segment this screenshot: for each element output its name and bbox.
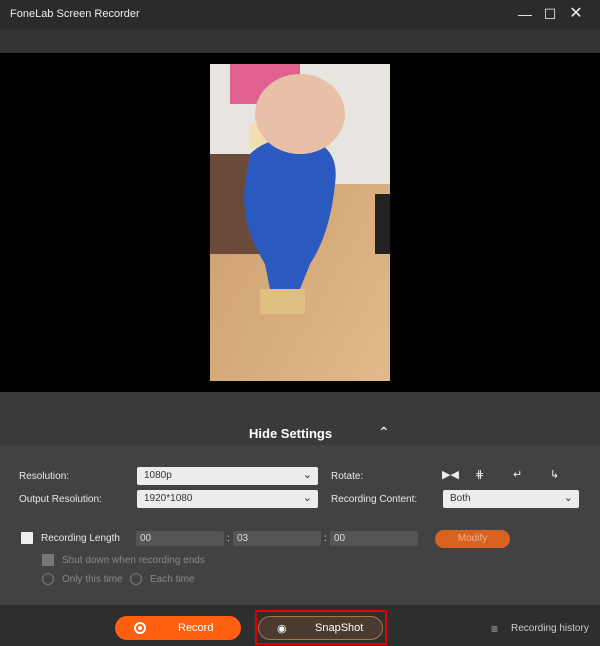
flip-horizontal-icon[interactable]: ▶◀	[442, 468, 459, 481]
each-time-label: Each time	[150, 574, 195, 585]
output-resolution-value: 1920*1080	[144, 493, 193, 504]
rotate-right-icon[interactable]: ↳	[550, 468, 559, 481]
resolution-select[interactable]: 1080p ⌄	[137, 467, 318, 485]
record-icon	[134, 622, 146, 634]
snapshot-label: SnapShot	[315, 622, 364, 634]
only-this-time-radio[interactable]	[42, 573, 54, 585]
preview-image	[210, 64, 390, 381]
recording-history-link[interactable]: Recording history	[511, 623, 589, 634]
maximize-button[interactable]: ☐	[539, 4, 561, 24]
seconds-input[interactable]: 00	[330, 531, 418, 546]
snapshot-button[interactable]: ◉ SnapShot	[258, 616, 383, 640]
recording-content-value: Both	[450, 493, 471, 504]
list-icon[interactable]: ≡	[491, 622, 498, 636]
recording-content-select[interactable]: Both ⌄	[443, 490, 579, 508]
shutdown-checkbox[interactable]	[42, 554, 54, 566]
time-separator: :	[227, 533, 230, 544]
record-button[interactable]: Record	[115, 616, 241, 640]
modify-button[interactable]: Modify	[435, 530, 510, 548]
camera-icon: ◉	[277, 623, 287, 635]
only-this-time-label: Only this time	[62, 574, 123, 585]
each-time-radio[interactable]	[130, 573, 142, 585]
chevron-up-icon[interactable]: ⌃	[378, 424, 390, 441]
resolution-label: Resolution:	[19, 471, 70, 482]
recording-length-checkbox[interactable]	[21, 532, 33, 544]
chevron-down-icon: ⌄	[563, 492, 573, 504]
recording-content-label: Recording Content:	[331, 494, 418, 505]
time-separator: :	[324, 533, 327, 544]
minutes-input[interactable]: 03	[233, 531, 321, 546]
close-button[interactable]: ✕	[565, 4, 587, 24]
hide-settings-button[interactable]: Hide Settings	[249, 426, 332, 441]
chevron-down-icon: ⌄	[302, 492, 312, 504]
rotate-label: Rotate:	[331, 471, 364, 482]
output-resolution-label: Output Resolution:	[19, 494, 102, 505]
shutdown-label: Shut down when recording ends	[62, 555, 205, 566]
resolution-value: 1080p	[144, 470, 172, 481]
flip-vertical-icon[interactable]: ⋕	[475, 468, 484, 481]
rotate-left-icon[interactable]: ↵	[513, 468, 522, 481]
toolbar-strip	[0, 30, 600, 53]
minimize-button[interactable]: —	[514, 4, 536, 24]
app-title: FoneLab Screen Recorder	[10, 8, 140, 20]
recording-length-label: Recording Length	[41, 533, 120, 544]
chevron-down-icon: ⌄	[302, 469, 312, 481]
record-label: Record	[178, 622, 214, 634]
hours-input[interactable]: 00	[136, 531, 224, 546]
output-resolution-select[interactable]: 1920*1080 ⌄	[137, 490, 318, 508]
